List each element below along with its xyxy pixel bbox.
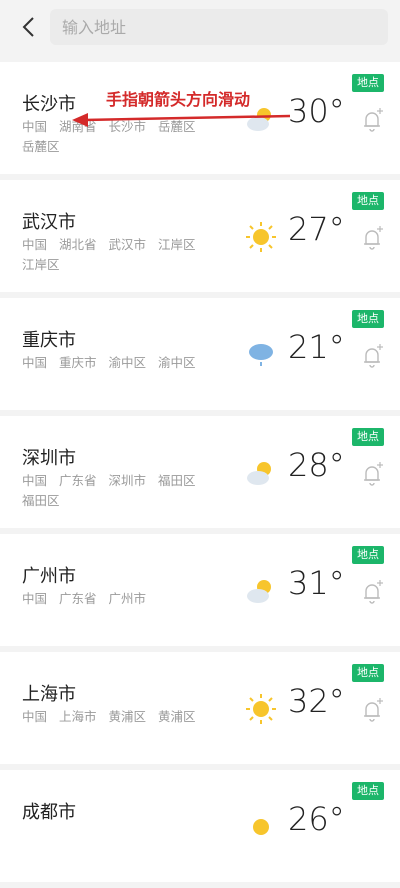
location-badge: 地点 [352, 782, 384, 800]
city-address: 中国 湖北省 武汉市 江岸区江岸区 [22, 237, 196, 272]
partly-cloudy-icon [247, 462, 271, 485]
temperature: 28° [288, 446, 345, 484]
bell-add-icon[interactable] [360, 698, 384, 724]
sunny-icon [246, 222, 276, 252]
city-list: 长沙市 中国 湖南省 长沙市 岳麓区岳麓区 30° 地点 武汉市 中国 湖北省 武汉市 江岸… [0, 62, 400, 888]
partly-cloudy-icon [247, 580, 271, 603]
city-name: 重庆市 [22, 330, 76, 351]
city-name: 长沙市 [22, 94, 76, 115]
bell-add-icon[interactable] [360, 462, 384, 488]
location-badge: 地点 [352, 546, 384, 564]
temperature: 30° [288, 92, 345, 130]
bell-add-icon[interactable] [360, 226, 384, 252]
city-address: 中国 上海市 黄浦区 黄浦区 [22, 709, 196, 724]
bell-add-icon[interactable] [360, 344, 384, 370]
temperature: 21° [288, 328, 345, 366]
city-name: 广州市 [22, 566, 76, 587]
city-card-chengdu[interactable]: 成都市 26° 地点 [0, 770, 400, 882]
sunny-icon [253, 819, 269, 835]
top-bar [0, 0, 400, 56]
location-badge: 地点 [352, 74, 384, 92]
temperature: 26° [288, 800, 345, 838]
location-badge: 地点 [352, 310, 384, 328]
city-address: 中国 广东省 深圳市 福田区福田区 [22, 473, 196, 508]
temperature: 31° [288, 564, 345, 602]
search-input[interactable] [50, 9, 388, 45]
city-address: 中国 重庆市 渝中区 渝中区 [22, 355, 196, 370]
city-name: 深圳市 [22, 448, 76, 469]
rain-icon [249, 344, 273, 366]
city-name: 武汉市 [22, 212, 76, 233]
temperature: 32° [288, 682, 345, 720]
swipe-instruction: 手指朝箭头方向滑动 [106, 90, 251, 109]
city-card-guangzhou[interactable]: 广州市 中国 广东省 广州市 31° 地点 [0, 534, 400, 646]
city-name: 成都市 [22, 802, 76, 823]
bell-add-icon[interactable] [360, 108, 384, 134]
location-badge: 地点 [352, 428, 384, 446]
city-card-shanghai[interactable]: 上海市 中国 上海市 黄浦区 黄浦区 32° 地点 [0, 652, 400, 764]
location-badge: 地点 [352, 664, 384, 682]
city-name: 上海市 [22, 684, 76, 705]
sunny-icon [246, 694, 276, 724]
temperature: 27° [288, 210, 345, 248]
back-arrow-icon[interactable] [14, 12, 44, 42]
location-badge: 地点 [352, 192, 384, 210]
city-address: 中国 广东省 广州市 [22, 591, 147, 606]
city-card-wuhan[interactable]: 武汉市 中国 湖北省 武汉市 江岸区江岸区 27° 地点 [0, 180, 400, 292]
city-card-shenzhen[interactable]: 深圳市 中国 广东省 深圳市 福田区福田区 28° 地点 [0, 416, 400, 528]
city-card-chongqing[interactable]: 重庆市 中国 重庆市 渝中区 渝中区 21° 地点 [0, 298, 400, 410]
left-arrow-icon [72, 113, 291, 127]
bell-add-icon[interactable] [360, 580, 384, 606]
